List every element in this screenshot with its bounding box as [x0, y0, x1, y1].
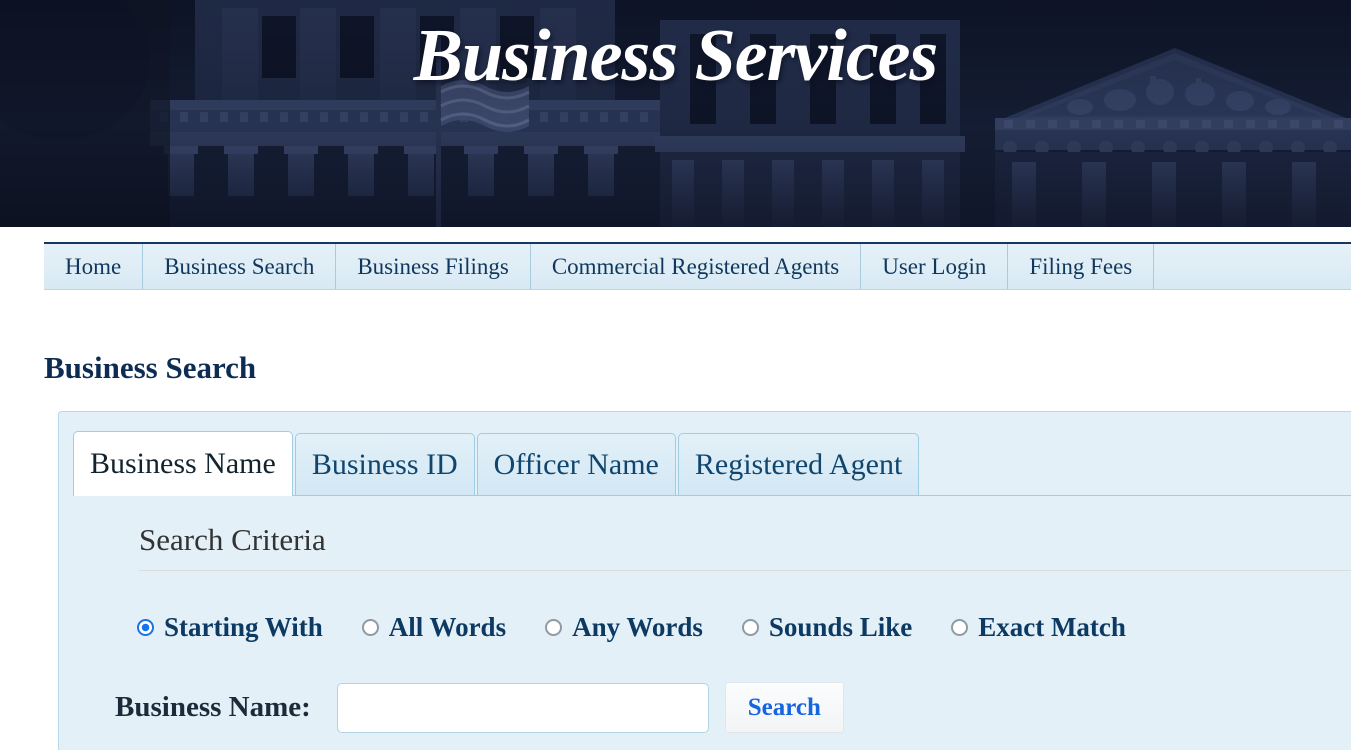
tab-business-id-label: Business ID [311, 447, 458, 481]
radio-exact-match-label: Exact Match [978, 612, 1126, 642]
radio-all-words-label: All Words [388, 612, 507, 642]
tab-strip[interactable]: Business Name Business ID Officer Name R… [73, 423, 1351, 496]
tab-officer-name-label: Officer Name [493, 447, 659, 481]
tab-registered-agent[interactable]: Registered Agent [677, 433, 920, 495]
tab-business-name-label: Business Name [90, 447, 276, 480]
nav-item-business-search[interactable]: Business Search [143, 244, 337, 289]
nav-item-home[interactable]: Home [44, 244, 144, 289]
radio-all-words-icon[interactable] [361, 619, 379, 636]
nav-item-business-filings[interactable]: Business Filings [336, 244, 531, 289]
search-criteria-heading: Search Criteria [139, 522, 1351, 571]
business-name-label: Business Name: [115, 691, 311, 723]
nav-empty-space [1154, 244, 1351, 289]
nav-item-commercial-registered-agents[interactable]: Commercial Registered Agents [530, 244, 862, 289]
nav-item-user-login[interactable]: User Login [861, 244, 1009, 289]
site-banner: Business Services [0, 0, 1351, 227]
business-name-input[interactable] [336, 682, 709, 733]
radio-any-words-icon[interactable] [545, 619, 563, 636]
site-title: Business Services [413, 15, 939, 97]
match-type-radio-group[interactable]: Starting With All Words Any Words Sounds… [137, 612, 1351, 643]
radio-option-all-words[interactable]: All Words [361, 612, 507, 643]
nav-item-filing-fees[interactable]: Filing Fees [1008, 244, 1155, 289]
radio-starting-with-label: Starting With [164, 612, 323, 642]
radio-starting-with-icon[interactable] [137, 619, 154, 636]
radio-exact-match-icon[interactable] [951, 619, 969, 636]
business-name-field-row: Business Name: Search [115, 682, 1351, 733]
business-name-search-panel: Search Criteria Starting With All Words … [73, 496, 1351, 733]
radio-any-words-label: Any Words [572, 612, 703, 642]
main-navigation[interactable]: Home Business Search Business Filings Co… [44, 242, 1351, 290]
tab-registered-agent-label: Registered Agent [694, 447, 903, 481]
radio-option-exact-match[interactable]: Exact Match [951, 612, 1126, 643]
tab-business-name[interactable]: Business Name [73, 431, 293, 496]
radio-option-any-words[interactable]: Any Words [545, 612, 703, 643]
search-button[interactable]: Search [724, 682, 844, 733]
radio-option-starting-with[interactable]: Starting With [137, 612, 323, 643]
radio-sounds-like-label: Sounds Like [768, 612, 913, 642]
radio-sounds-like-icon[interactable] [741, 619, 759, 636]
tab-officer-name[interactable]: Officer Name [476, 433, 676, 495]
radio-option-sounds-like[interactable]: Sounds Like [741, 612, 913, 643]
tab-business-id[interactable]: Business ID [294, 433, 475, 495]
page-title: Business Search [44, 350, 257, 385]
search-tabs-container: Business Name Business ID Officer Name R… [58, 411, 1351, 750]
